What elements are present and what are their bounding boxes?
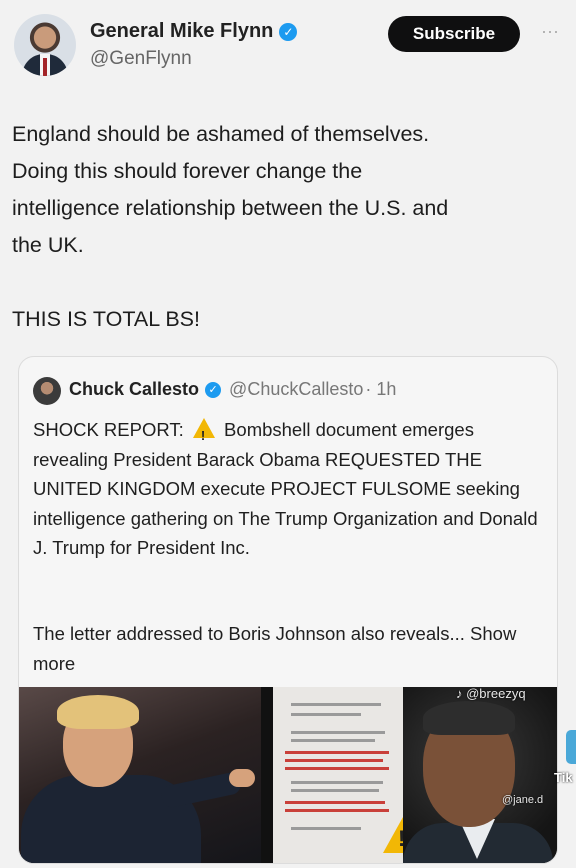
author-handle[interactable]: @GenFlynn	[90, 48, 192, 70]
tiktok-watermark-top: ♪ @breezyq	[456, 686, 526, 701]
quoted-body: SHOCK REPORT: Bombshell document emerges…	[33, 415, 553, 563]
quoted-author-avatar[interactable]	[33, 377, 61, 405]
media-photo-obama	[403, 687, 557, 863]
doc-line	[291, 789, 379, 792]
doc-line	[291, 703, 381, 706]
quoted-display-name[interactable]: Chuck Callesto	[69, 379, 199, 400]
subscribe-button[interactable]: Subscribe	[388, 16, 520, 52]
trump-hand	[229, 769, 255, 787]
tweet-header: General Mike Flynn ✓ @GenFlynn Subscribe…	[10, 10, 566, 82]
quoted-tweet[interactable]: Chuck Callesto ✓ @ChuckCallesto · 1h SHO…	[18, 356, 558, 864]
tiktok-logo-text: Tik	[554, 770, 573, 785]
trump-hair	[57, 695, 139, 729]
media-photo-trump	[19, 687, 261, 863]
tweet-text: England should be ashamed of themselves.…	[12, 122, 449, 331]
warning-icon	[192, 418, 215, 451]
quoted-more-body: The letter addressed to Boris Johnson al…	[33, 623, 465, 644]
author-display-name[interactable]: General Mike Flynn	[90, 20, 273, 43]
doc-highlight	[285, 809, 389, 812]
doc-line	[291, 827, 361, 830]
quoted-timestamp[interactable]: · 1h	[365, 379, 396, 400]
quoted-body-prefix: SHOCK REPORT:	[33, 419, 189, 440]
doc-line	[291, 731, 385, 734]
media-document	[273, 687, 423, 863]
doc-line	[291, 739, 375, 742]
quoted-verified-badge-icon: ✓	[205, 381, 222, 398]
doc-highlight	[285, 759, 383, 762]
author-avatar[interactable]	[14, 14, 76, 76]
quoted-more-text: The letter addressed to Boris Johnson al…	[33, 619, 553, 678]
doc-line	[291, 713, 361, 716]
more-options-icon[interactable]: ···	[536, 20, 564, 48]
quoted-handle[interactable]: @ChuckCallesto	[229, 379, 363, 400]
author-name-row: General Mike Flynn ✓	[90, 20, 298, 43]
verified-badge-icon: ✓	[279, 22, 298, 41]
doc-highlight	[285, 767, 389, 770]
doc-line	[291, 781, 383, 784]
tiktok-watermark-side: @jane.d	[502, 794, 544, 806]
doc-highlight	[285, 751, 389, 754]
quoted-author-row: Chuck Callesto ✓ @ChuckCallesto · 1h	[69, 379, 396, 400]
doc-highlight	[285, 801, 385, 804]
obama-hair	[423, 701, 515, 735]
quoted-media[interactable]	[19, 687, 557, 863]
side-edge-tab	[566, 730, 576, 764]
avatar-tie	[43, 58, 47, 76]
